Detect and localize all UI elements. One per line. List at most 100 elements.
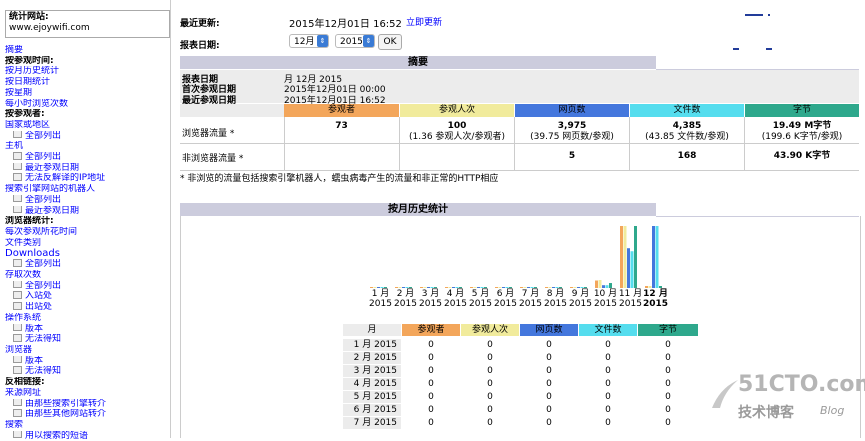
- monthly-cell: 0: [428, 366, 434, 376]
- menu-item[interactable]: 全部列出: [5, 194, 167, 206]
- menu-item[interactable]: 每次参观所花时间: [5, 227, 167, 238]
- menu-item[interactable]: 最近参观日期: [5, 162, 167, 174]
- browser-visitors: 73: [335, 121, 348, 131]
- chart-bar: [373, 287, 377, 288]
- month-select[interactable]: 12月 ⇕: [289, 34, 329, 48]
- menu-item-label: 按月历史统计: [5, 66, 60, 77]
- monthly-cell: 0: [665, 353, 671, 363]
- nonbrowser-pages: 5: [568, 151, 576, 161]
- menu-item[interactable]: 每小时浏览次数: [5, 99, 167, 110]
- monthly-cell: 0: [546, 366, 552, 376]
- menu-item[interactable]: 主机: [5, 141, 167, 152]
- menu-item-label: 全部列出: [25, 130, 62, 141]
- ok-button[interactable]: OK: [378, 34, 402, 50]
- month-label-month: 8 月: [546, 289, 565, 299]
- menu-item-label: 无法得知: [25, 334, 62, 345]
- chart-bar: [420, 287, 423, 288]
- menu-item[interactable]: 按星期: [5, 88, 167, 99]
- menu-item[interactable]: 按月历史统计: [5, 66, 167, 77]
- monthly-cell: 0: [428, 379, 434, 389]
- menu-item-label: 摘要: [5, 45, 24, 55]
- chart-bar: [559, 287, 562, 288]
- chart-bar: [645, 286, 648, 288]
- menu-item[interactable]: 版本: [5, 323, 167, 335]
- menu-item[interactable]: 文件类别: [5, 238, 167, 249]
- menu-item[interactable]: 按日期统计: [5, 77, 167, 88]
- menu-item[interactable]: 版本: [5, 355, 167, 367]
- monthly-cell: 0: [487, 418, 493, 428]
- menu-item-label: 按日期统计: [5, 77, 51, 88]
- monthly-header: 参观者: [402, 324, 460, 336]
- menu-item-label: 无法得知: [25, 366, 62, 377]
- month-label: 3 月 2015: [418, 289, 443, 309]
- menu-item-label: 存取次数: [5, 270, 42, 281]
- month-label: 9 月 2015: [568, 289, 593, 309]
- chart-bar: [648, 286, 652, 288]
- menu-item[interactable]: 无法得知: [5, 366, 167, 377]
- menu-item-label: 按星期: [5, 87, 33, 98]
- menu-item[interactable]: 全部列出: [5, 130, 167, 142]
- row-divider: [180, 143, 859, 144]
- chart-bar: [595, 280, 598, 288]
- monthly-cell: 0: [605, 418, 611, 428]
- list-icon: [13, 162, 22, 171]
- menu-item-label: 按参观时间:: [5, 55, 54, 66]
- monthly-cell: 0: [546, 379, 552, 389]
- menu-item[interactable]: 来源网址: [5, 388, 167, 399]
- month-label: 12 月 2015: [643, 289, 668, 309]
- menu-item[interactable]: 搜索引擎网站的机器人: [5, 184, 167, 195]
- monthly-row-month: 7 月 2015: [343, 417, 401, 429]
- header-files: 文件数: [630, 104, 744, 117]
- menu-item-label: 国家或地区: [5, 119, 51, 130]
- menu-item[interactable]: 国家或地区: [5, 120, 167, 131]
- month-label-month: 2 月: [396, 289, 415, 299]
- menu-item[interactable]: 操作系统: [5, 313, 167, 324]
- monthly-cell: 0: [546, 418, 552, 428]
- header-bytes: 字节: [745, 104, 859, 117]
- menu-item[interactable]: 全部列出: [5, 280, 167, 292]
- monthly-cell: 0: [605, 405, 611, 415]
- menu-item[interactable]: 浏览器: [5, 345, 167, 356]
- menu-item[interactable]: 入站处: [5, 291, 167, 302]
- browser-traffic-label: 浏览器流量 *: [182, 129, 235, 139]
- summary-info: 报表日期 月 12月 2015 首次参观日期 2015年12月01日 00:00…: [180, 70, 859, 106]
- menu-item-label: 出站处: [25, 302, 53, 313]
- monthly-cell: 0: [428, 353, 434, 363]
- chart-bar: [377, 287, 380, 288]
- chart-bar: [577, 287, 580, 288]
- menu-item[interactable]: 由那些其他网站转介: [5, 409, 167, 420]
- chart-bar: [573, 287, 577, 288]
- month-label-year: 2015: [369, 299, 392, 309]
- menu-item[interactable]: 出站处: [5, 302, 167, 313]
- month-label-month: 3 月: [421, 289, 440, 299]
- summary-title-rule: [656, 56, 859, 70]
- monthly-cell: 0: [487, 340, 493, 350]
- menu-item[interactable]: 全部列出: [5, 152, 167, 163]
- menu-item[interactable]: 搜索: [5, 420, 167, 431]
- chart-bar: [495, 287, 498, 288]
- header-visits: 参观人次: [400, 104, 514, 117]
- month-label: 4 月 2015: [443, 289, 468, 309]
- chart-bar: [620, 226, 623, 288]
- year-select[interactable]: 2015 ⇕: [335, 34, 375, 48]
- menu-item[interactable]: 最近参观日期: [5, 205, 167, 217]
- browser-visits: 100 (1.36 参观人次/参观者): [409, 121, 505, 142]
- menu-item[interactable]: 由那些搜索引擎转介: [5, 398, 167, 410]
- chart-bar: [455, 287, 459, 288]
- chart-bar: [530, 287, 534, 288]
- menu-item[interactable]: 无法反解译的IP地址: [5, 173, 167, 184]
- month-label-year: 2015: [444, 299, 467, 309]
- menu-item[interactable]: 存取次数: [5, 270, 167, 281]
- update-now-link[interactable]: 立即更新: [406, 15, 442, 28]
- menu-item[interactable]: 全部列出: [5, 259, 167, 270]
- menu-item[interactable]: 摘要: [5, 45, 167, 56]
- monthly-cell: 0: [665, 366, 671, 376]
- month-label-year: 2015: [619, 299, 642, 309]
- menu-item[interactable]: Downloads: [5, 248, 167, 259]
- menu-item[interactable]: 用以搜索的短语: [5, 430, 167, 441]
- menu-item: 按参观者:: [5, 109, 167, 120]
- month-label: 5 月 2015: [468, 289, 493, 309]
- monthly-cell: 0: [546, 353, 552, 363]
- menu-item-label: 最近参观日期: [25, 162, 80, 173]
- menu-item[interactable]: 无法得知: [5, 334, 167, 345]
